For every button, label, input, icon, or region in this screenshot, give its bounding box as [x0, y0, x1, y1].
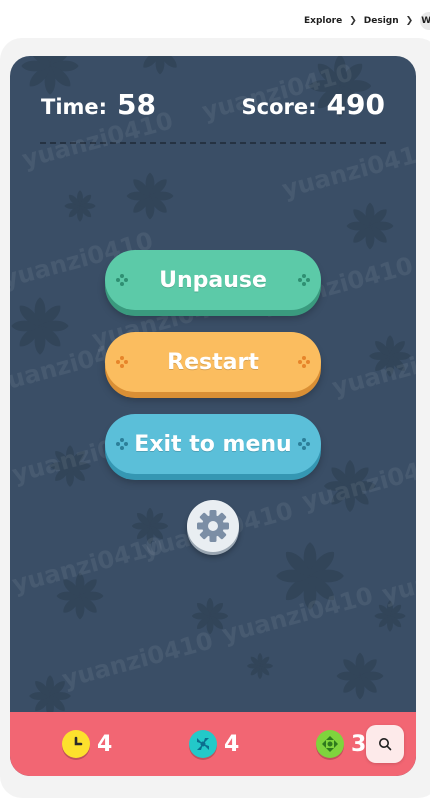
clock-icon [62, 730, 90, 758]
search-icon [379, 738, 392, 751]
restart-button[interactable]: Restart [105, 332, 321, 392]
powerup-count: 4 [97, 731, 113, 757]
sparkle-icon [116, 356, 128, 368]
breadcrumb: Explore ❯ Design ❯ W [304, 12, 430, 30]
score-display: Score: 490 [242, 88, 385, 121]
sparkle-icon [116, 274, 128, 286]
hud-divider [40, 142, 386, 144]
chevron-right-icon: ❯ [405, 16, 414, 26]
unpause-label: Unpause [159, 267, 267, 293]
powerup-bar: 4 4 3 [10, 712, 416, 776]
hud: Time: 58 Score: 490 [10, 88, 416, 128]
game-screen: yuanzi0410 yuanzi0410 yuanzi0410 yuanzi0… [10, 56, 416, 776]
arrows-out-icon [316, 730, 344, 758]
time-value: 58 [117, 88, 157, 121]
breadcrumb-design[interactable]: Design [364, 16, 399, 26]
sparkle-icon [298, 274, 310, 286]
gear-icon [197, 510, 229, 542]
powerup-count: 3 [351, 731, 367, 757]
arrows-in-icon [189, 730, 217, 758]
sparkle-icon [298, 438, 310, 450]
exit-to-menu-label: Exit to menu [134, 431, 292, 457]
powerup-expand[interactable]: 3 [316, 730, 366, 758]
sparkle-icon [298, 356, 310, 368]
unpause-button[interactable]: Unpause [105, 250, 321, 310]
powerup-time[interactable]: 4 [62, 730, 112, 758]
powerup-count: 4 [224, 731, 240, 757]
time-label: Time: [41, 95, 108, 119]
exit-to-menu-button[interactable]: Exit to menu [105, 414, 321, 474]
score-value: 490 [326, 88, 385, 121]
chevron-right-icon: ❯ [349, 16, 357, 26]
sparkle-icon [116, 438, 128, 450]
breadcrumb-current[interactable]: W [420, 12, 430, 30]
time-display: Time: 58 [41, 88, 156, 121]
settings-button[interactable] [187, 500, 239, 552]
search-button[interactable] [366, 725, 404, 763]
score-label: Score: [241, 95, 317, 119]
breadcrumb-explore[interactable]: Explore [304, 16, 342, 26]
restart-label: Restart [167, 349, 259, 375]
powerup-shrink[interactable]: 4 [189, 730, 239, 758]
